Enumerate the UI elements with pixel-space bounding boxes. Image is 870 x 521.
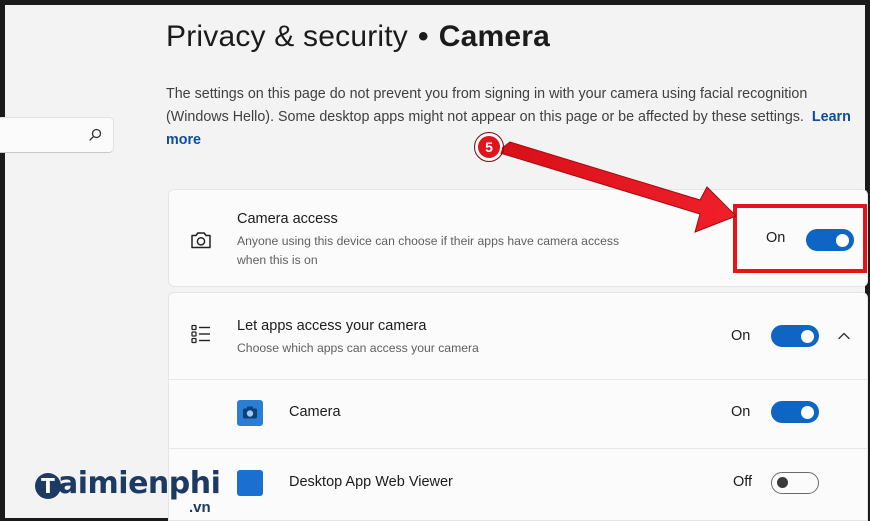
camera-access-title: Camera access: [237, 211, 338, 227]
annotation-highlight-box: [733, 204, 867, 273]
page-description: The settings on this page do not prevent…: [166, 83, 856, 152]
app-toggle-camera[interactable]: [771, 401, 819, 423]
app-list-icon: [191, 324, 210, 344]
watermark-initial: T: [41, 474, 55, 498]
web-viewer-app-icon: [237, 470, 263, 496]
watermark-logo: T aimienphi .vn: [34, 464, 234, 516]
watermark-brand: aimienphi: [58, 466, 221, 501]
breadcrumb-separator: •: [418, 20, 429, 53]
app-toggle-web-viewer[interactable]: [771, 472, 819, 494]
toggle-knob: [777, 477, 788, 488]
app-access-row[interactable]: Let apps access your camera Choose which…: [169, 293, 867, 379]
toggle-knob: [801, 405, 814, 419]
app-row-camera: Camera On: [169, 380, 867, 448]
search-icon: [89, 128, 102, 141]
app-access-title: Let apps access your camera: [237, 318, 427, 334]
page-title: Privacy & security • Camera: [166, 20, 550, 54]
app-state-camera: On: [731, 404, 751, 420]
watermark-domain: .vn: [189, 499, 211, 516]
camera-icon: [191, 232, 211, 249]
app-state-web-viewer: Off: [733, 474, 753, 490]
breadcrumb-current: Camera: [438, 20, 550, 53]
app-access-card: Let apps access your camera Choose which…: [168, 292, 868, 521]
camera-access-subtitle: Anyone using this device can choose if t…: [237, 234, 620, 267]
description-text: The settings on this page do not prevent…: [166, 86, 808, 125]
window-frame-left: [0, 0, 5, 521]
app-name-camera: Camera: [289, 404, 341, 420]
app-name-web-viewer: Desktop App Web Viewer: [289, 474, 453, 490]
app-row-web-viewer: Desktop App Web Viewer Off: [169, 449, 867, 521]
window-frame-top: [0, 0, 870, 5]
app-access-state: On: [731, 328, 751, 344]
app-access-toggle[interactable]: [771, 325, 819, 347]
camera-app-icon: [237, 400, 263, 426]
breadcrumb-section[interactable]: Privacy & security: [166, 20, 408, 53]
toggle-knob: [801, 329, 814, 343]
chevron-up-icon[interactable]: [837, 329, 851, 343]
app-access-subtitle: Choose which apps can access your camera: [237, 341, 479, 355]
settings-search-input[interactable]: [0, 117, 114, 153]
